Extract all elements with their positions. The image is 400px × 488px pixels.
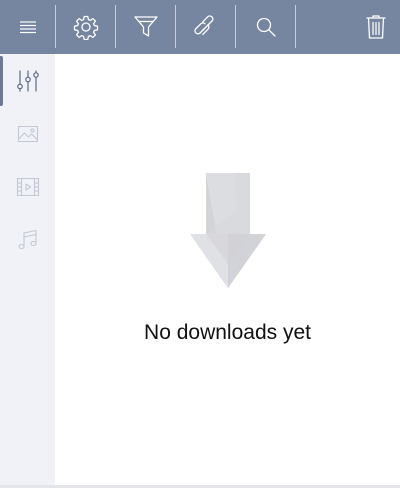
toolbar	[0, 0, 400, 54]
download-arrow-icon	[190, 173, 266, 288]
trash-icon	[366, 15, 386, 39]
delete-button[interactable]	[352, 0, 400, 54]
music-note-icon	[17, 229, 37, 249]
image-icon	[17, 125, 38, 142]
settings-button[interactable]	[56, 0, 115, 54]
hamburger-menu-icon	[19, 21, 36, 34]
sidebar-item-video[interactable]	[0, 160, 55, 213]
link-button[interactable]	[176, 0, 235, 54]
filter-button[interactable]	[116, 0, 175, 54]
app-window: No downloads yet	[0, 0, 400, 488]
sidebar-item-images[interactable]	[0, 107, 55, 160]
sidebar	[0, 54, 55, 485]
link-icon	[193, 15, 213, 36]
funnel-icon	[133, 16, 158, 37]
empty-state-message: No downloads yet	[144, 321, 311, 344]
menu-button[interactable]	[0, 0, 55, 54]
sidebar-item-music[interactable]	[0, 213, 55, 266]
gear-icon	[73, 15, 98, 40]
sliders-icon	[16, 69, 39, 92]
downloads-list: No downloads yet	[55, 54, 400, 485]
search-button[interactable]	[236, 0, 295, 54]
film-icon	[16, 177, 39, 196]
search-icon	[256, 17, 276, 37]
sidebar-item-all[interactable]	[0, 54, 55, 107]
